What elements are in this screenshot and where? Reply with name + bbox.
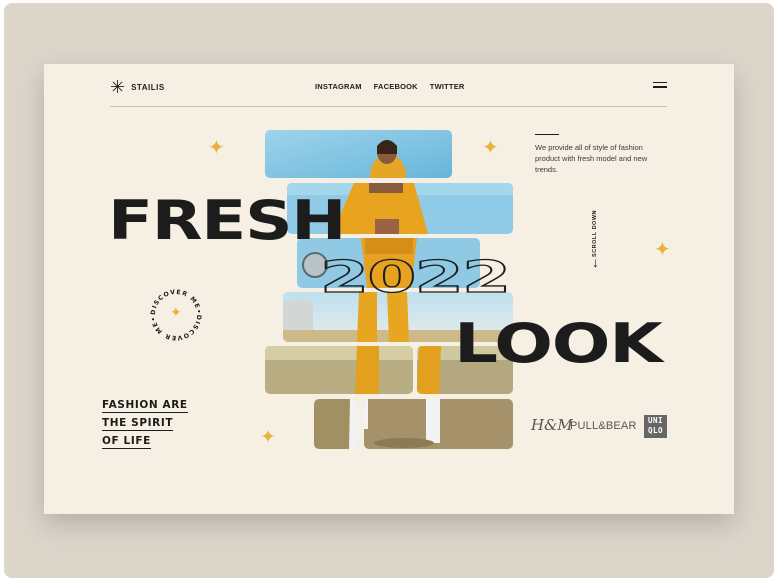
landing-card: ✳ STAILIS INSTAGRAM FACEBOOK TWITTER ✦ ✦… [44,64,734,514]
photo-tile [265,130,452,178]
scroll-down-indicator[interactable]: SCROLL DOWN ↓ [592,210,602,280]
top-nav: INSTAGRAM FACEBOOK TWITTER [315,82,465,91]
arrow-down-icon: ↓ [592,254,599,270]
discover-me-badge[interactable]: DISCOVER ME•DISCOVER ME• ✦ [147,286,205,344]
uniqlo-line: QLO [647,426,664,435]
headline-fresh: FRESH [108,189,346,252]
nav-facebook[interactable]: FACEBOOK [374,82,418,91]
slogan-line: FASHION ARE [102,399,188,413]
nav-instagram[interactable]: INSTAGRAM [315,82,362,91]
logo[interactable]: ✳ STAILIS [110,78,165,96]
logo-mark-icon: ✳ [110,77,126,97]
brand-uniqlo-logo[interactable]: UNI QLO [644,415,667,438]
sparkle-star-icon: ✦ [208,137,225,159]
sparkle-star-icon: ✦ [260,427,276,448]
brand-hm-logo[interactable]: H&M [531,416,573,434]
photo-tile [364,399,513,449]
header-divider [110,106,667,107]
brand-pullbear-logo[interactable]: PULL&BEAR [570,420,637,432]
headline-look: LOOK [454,312,663,375]
nav-twitter[interactable]: TWITTER [430,82,465,91]
sparkle-star-icon: ✦ [654,239,671,261]
photo-tile [265,346,413,394]
slogan: FASHION ARE THE SPIRIT OF LIFE [102,398,188,452]
uniqlo-line: UNI [647,416,664,425]
headline-year: 2022 [319,252,512,303]
description-rule [535,134,559,135]
logo-text: STAILIS [131,82,165,92]
scroll-down-label: SCROLL DOWN [592,210,598,257]
slogan-line: OF LIFE [102,435,151,449]
sparkle-star-icon: ✦ [482,137,499,159]
hamburger-menu-icon[interactable] [653,82,667,90]
hero-description: We provide all of style of fashion produ… [535,143,648,174]
badge-star-icon: ✦ [170,304,182,320]
slogan-line: THE SPIRIT [102,417,174,431]
photo-tile [314,399,359,449]
